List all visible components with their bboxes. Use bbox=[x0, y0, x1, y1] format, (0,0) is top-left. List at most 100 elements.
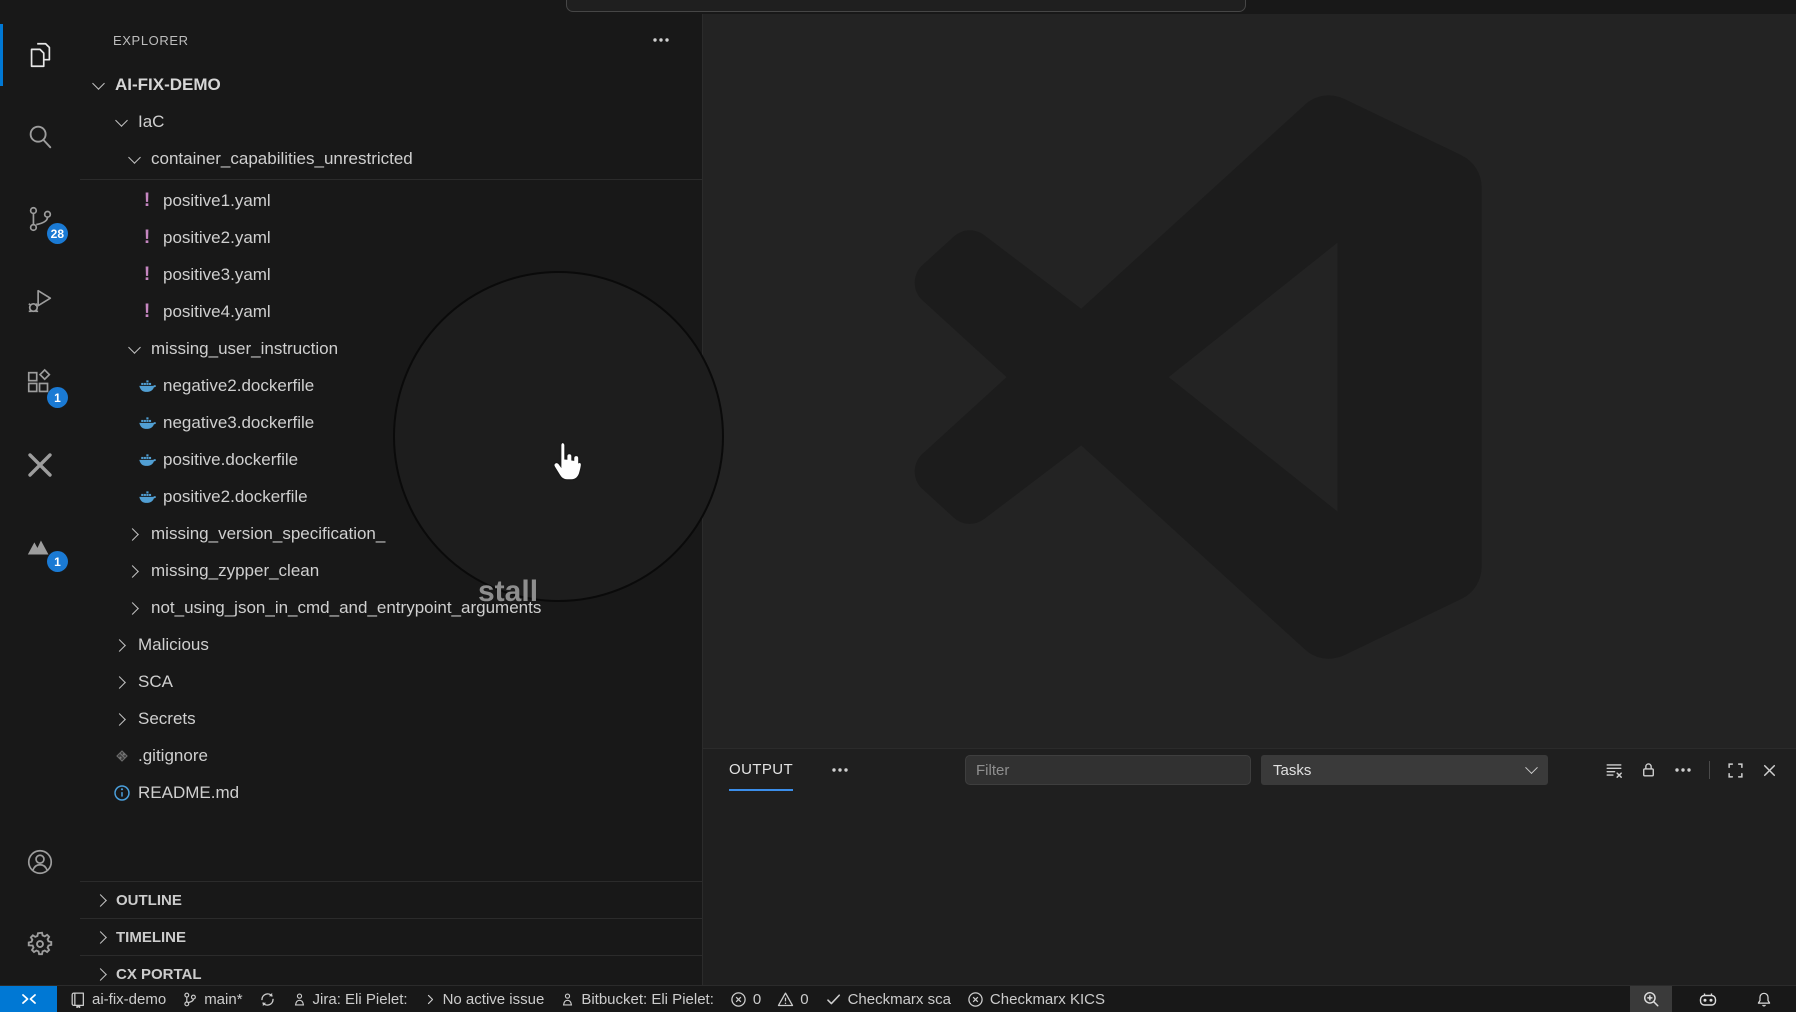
activity-item-settings[interactable] bbox=[0, 903, 80, 985]
tree-item-label: positive4.yaml bbox=[163, 302, 271, 322]
tree-item-label: AI-FIX-DEMO bbox=[115, 75, 221, 95]
tree-item-malicious[interactable]: Malicious bbox=[80, 626, 702, 663]
check-icon bbox=[825, 991, 842, 1008]
status-bitbucket-user[interactable]: Bitbucket: Eli Pielet: bbox=[560, 991, 714, 1008]
section-label: TIMELINE bbox=[116, 929, 186, 946]
status-screen-magnifier[interactable] bbox=[1630, 986, 1672, 1012]
activity-item-accounts[interactable] bbox=[0, 821, 80, 903]
info-icon bbox=[111, 782, 133, 804]
section-label: OUTLINE bbox=[116, 892, 182, 909]
tree-separator bbox=[80, 179, 702, 180]
status-label: Checkmarx sca bbox=[848, 991, 951, 1008]
status-workspace[interactable]: ai-fix-demo bbox=[69, 991, 166, 1008]
tree-item-gitignore[interactable]: .gitignore bbox=[80, 737, 702, 774]
remote-indicator[interactable] bbox=[0, 986, 57, 1012]
status-label: Jira: Eli Pielet: bbox=[313, 991, 408, 1008]
chevron-right-icon bbox=[124, 560, 146, 582]
vscode-window: 28 1 1 EXPLORER AI-FIX-DEMO IaC container_ca… bbox=[0, 0, 1796, 1012]
tree-item-label: negative3.dockerfile bbox=[163, 413, 314, 433]
activity-item-explorer[interactable] bbox=[0, 14, 80, 96]
status-problems-errors[interactable]: 0 bbox=[730, 991, 761, 1008]
tree-item-secrets[interactable]: Secrets bbox=[80, 700, 702, 737]
explorer-more-actions-button[interactable] bbox=[652, 37, 670, 43]
yaml-warning-icon: ! bbox=[136, 264, 158, 286]
status-label: No active issue bbox=[443, 991, 545, 1008]
output-channel-dropdown[interactable]: Tasks bbox=[1261, 755, 1548, 785]
tree-item-positive1-yaml[interactable]: !positive1.yaml bbox=[80, 182, 702, 219]
tab-output[interactable]: OUTPUT bbox=[729, 749, 793, 791]
tree-item-ai-fix-demo[interactable]: AI-FIX-DEMO bbox=[80, 66, 702, 103]
status-jira-user[interactable]: Jira: Eli Pielet: bbox=[292, 991, 408, 1008]
tree-item-label: missing_user_instruction bbox=[151, 339, 338, 359]
more-actions-button[interactable] bbox=[1674, 767, 1692, 773]
title-bar bbox=[0, 0, 1796, 14]
warning-icon bbox=[777, 991, 794, 1008]
activity-item-checkmarx-one[interactable]: 1 bbox=[0, 506, 80, 588]
activity-bar-bottom bbox=[0, 821, 80, 985]
panel-actions bbox=[1605, 749, 1778, 791]
git-icon bbox=[111, 745, 133, 767]
yaml-warning-icon: ! bbox=[136, 227, 158, 249]
docker-icon bbox=[136, 449, 158, 471]
panel-tab-more-button[interactable] bbox=[831, 749, 849, 791]
sidebar-section-timeline[interactable]: TIMELINE bbox=[80, 918, 702, 955]
output-channel-selected: Tasks bbox=[1273, 762, 1311, 779]
files-icon bbox=[25, 40, 55, 70]
status-bar-left: ai-fix-demo main* Jira: Eli Pielet: No acti… bbox=[57, 986, 1105, 1012]
tree-item-label: container_capabilities_unrestricted bbox=[151, 149, 413, 169]
output-filter-input[interactable] bbox=[965, 755, 1251, 785]
close-panel-button[interactable] bbox=[1761, 762, 1778, 779]
status-jira-active-issue[interactable]: No active issue bbox=[424, 991, 545, 1008]
status-git-branch[interactable]: main* bbox=[182, 991, 242, 1008]
status-problems-warnings[interactable]: 0 bbox=[777, 991, 808, 1008]
separator bbox=[1709, 761, 1710, 779]
tree-item-readme-md[interactable]: README.md bbox=[80, 774, 702, 811]
status-notifications[interactable] bbox=[1744, 986, 1784, 1012]
lock-scroll-button[interactable] bbox=[1640, 761, 1657, 779]
maximize-panel-button[interactable] bbox=[1727, 762, 1744, 779]
debug-icon bbox=[25, 286, 55, 316]
tree-item-iac[interactable]: IaC bbox=[80, 103, 702, 140]
chevron-right-icon bbox=[111, 708, 133, 730]
status-bar: ai-fix-demo main* Jira: Eli Pielet: No acti… bbox=[0, 985, 1796, 1012]
clear-output-button[interactable] bbox=[1605, 761, 1623, 779]
account-icon bbox=[25, 847, 55, 877]
activity-item-checkmarx[interactable] bbox=[0, 424, 80, 506]
status-sync[interactable] bbox=[259, 991, 276, 1008]
status-label: Checkmarx KICS bbox=[990, 991, 1105, 1008]
activity-item-run-and-debug[interactable] bbox=[0, 260, 80, 342]
tree-item-container-capabilities-unrestricted[interactable]: container_capabilities_unrestricted bbox=[80, 140, 702, 177]
chevron-right-icon bbox=[124, 523, 146, 545]
gear-icon bbox=[25, 929, 55, 959]
editor-area bbox=[703, 14, 1796, 748]
chevron-right-icon bbox=[111, 634, 133, 656]
tree-item-label: positive3.yaml bbox=[163, 265, 271, 285]
activity-bar-spacer bbox=[0, 588, 80, 821]
status-checkmarx-sca[interactable]: Checkmarx sca bbox=[825, 991, 951, 1008]
tree-item-positive2-yaml[interactable]: !positive2.yaml bbox=[80, 219, 702, 256]
tree-item-not-using-json-in-cmd-and-entrypoint-arguments[interactable]: not_using_json_in_cmd_and_entrypoint_arg… bbox=[80, 589, 702, 626]
tree-item-label: missing_zypper_clean bbox=[151, 561, 319, 581]
chevron-right-icon bbox=[424, 992, 437, 1007]
explorer-title: EXPLORER bbox=[113, 33, 189, 48]
yaml-warning-icon: ! bbox=[136, 301, 158, 323]
screen-magnifier-lens bbox=[393, 271, 724, 602]
status-label: main* bbox=[204, 991, 242, 1008]
status-checkmarx-kics[interactable]: Checkmarx KICS bbox=[967, 991, 1105, 1008]
status-feedback[interactable] bbox=[1686, 986, 1730, 1012]
activity-item-extensions[interactable]: 1 bbox=[0, 342, 80, 424]
chevron-right-icon bbox=[92, 889, 114, 911]
tree-item-label: negative2.dockerfile bbox=[163, 376, 314, 396]
section-label: CX PORTAL bbox=[116, 966, 202, 983]
activity-item-source-control[interactable]: 28 bbox=[0, 178, 80, 260]
badge: 28 bbox=[47, 223, 68, 244]
sync-icon bbox=[259, 991, 276, 1008]
tree-item-sca[interactable]: SCA bbox=[80, 663, 702, 700]
docker-icon bbox=[136, 486, 158, 508]
command-center-search[interactable] bbox=[566, 0, 1246, 12]
hand-cursor bbox=[549, 440, 583, 482]
activity-item-search[interactable] bbox=[0, 96, 80, 178]
sidebar-section-outline[interactable]: OUTLINE bbox=[80, 881, 702, 918]
tree-item-label: positive.dockerfile bbox=[163, 450, 298, 470]
tree-item-label: README.md bbox=[138, 783, 239, 803]
